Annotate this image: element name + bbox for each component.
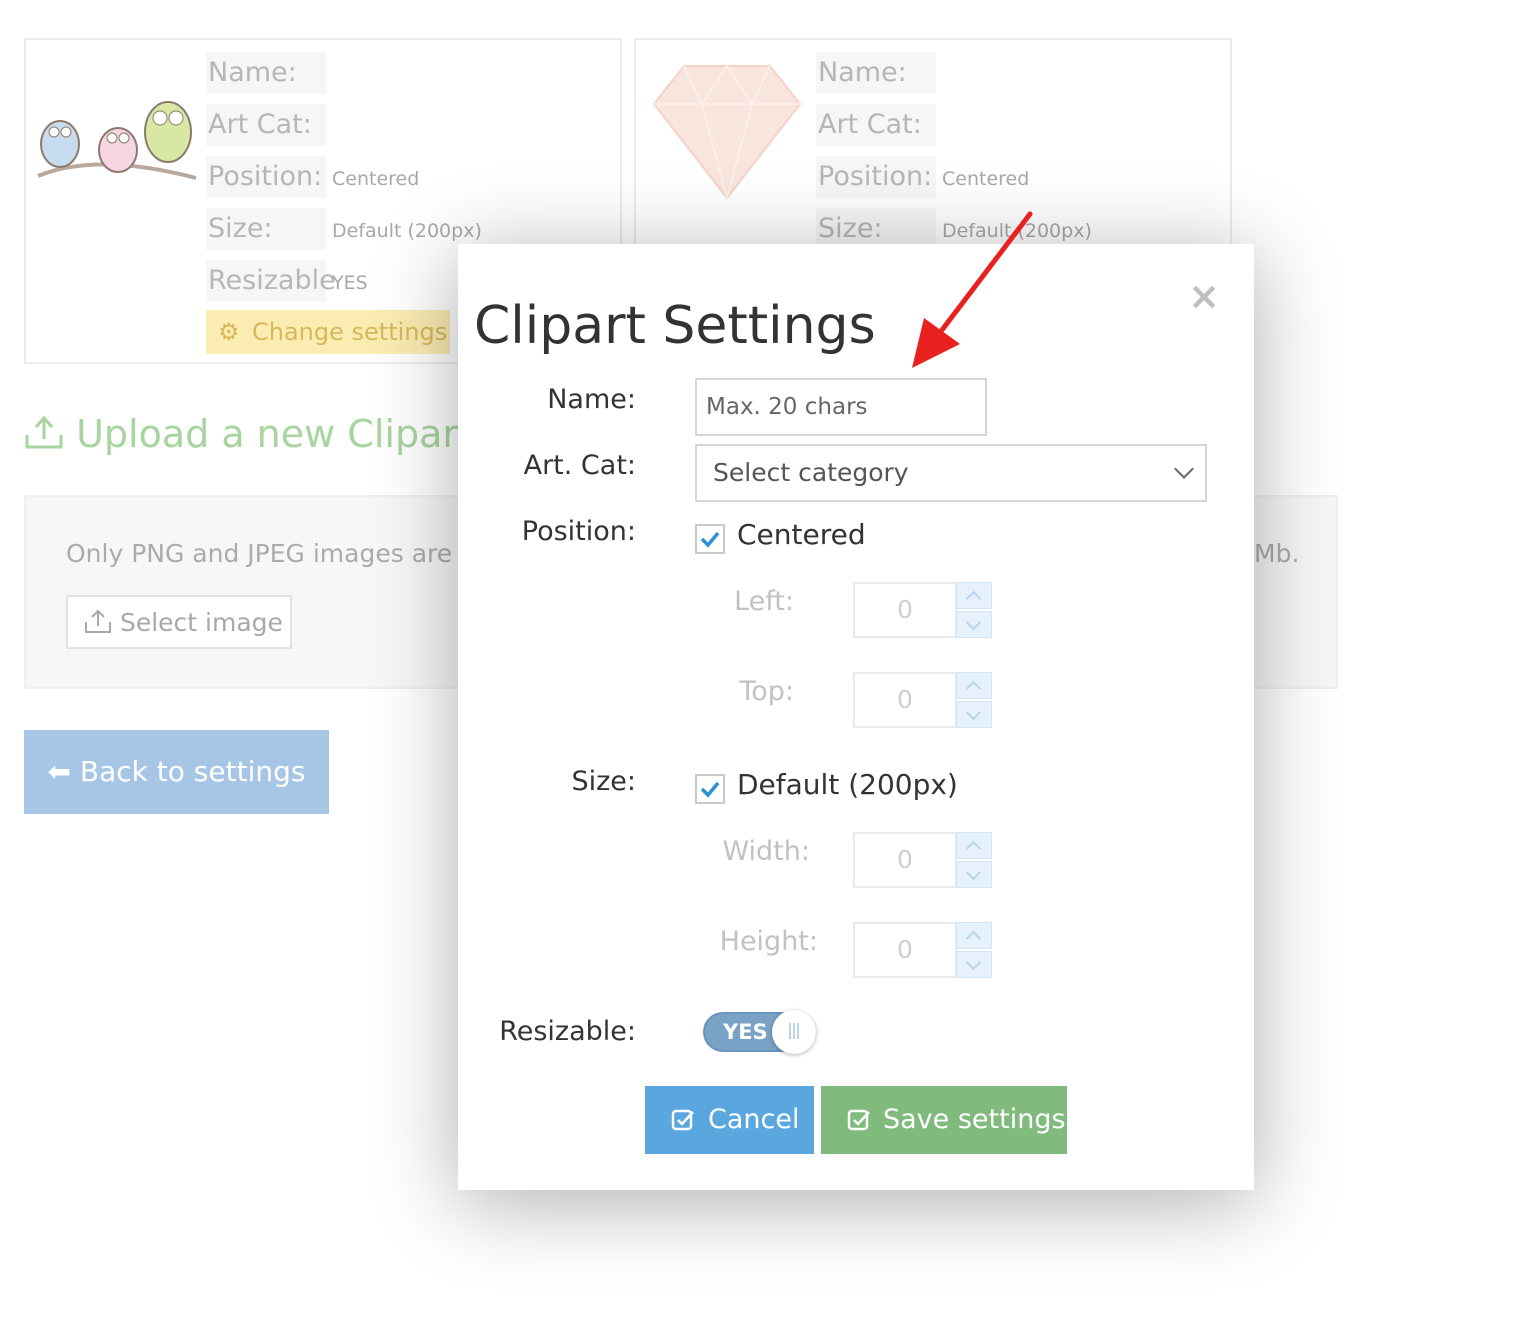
position-label: Position: bbox=[521, 516, 636, 547]
modal-title: Clipart Settings bbox=[474, 296, 876, 356]
owls-clipart-image bbox=[37, 101, 197, 180]
gears-icon: ⚙ bbox=[218, 318, 240, 346]
back-to-settings-button[interactable]: ⬅ Back to settings bbox=[24, 730, 329, 814]
centered-checkbox[interactable] bbox=[695, 524, 725, 554]
chevron-down-icon bbox=[965, 954, 982, 971]
decrement-button[interactable] bbox=[956, 861, 992, 888]
save-settings-button[interactable]: Save settings bbox=[821, 1086, 1067, 1154]
width-stepper[interactable] bbox=[956, 832, 992, 888]
category-select-value: Select category bbox=[713, 458, 909, 487]
save-settings-label: Save settings bbox=[883, 1104, 1066, 1135]
upload-clipart-label: Upload a new Clipart bbox=[76, 412, 473, 456]
checkmark-icon bbox=[700, 781, 720, 798]
decrement-button[interactable] bbox=[956, 611, 992, 638]
clipart-settings-modal: Clipart Settings × Name: Art. Cat: Selec… bbox=[458, 244, 1254, 1190]
top-label: Top: bbox=[739, 676, 794, 707]
top-input[interactable]: 0 bbox=[853, 672, 957, 728]
decrement-button[interactable] bbox=[956, 701, 992, 728]
resizable-label: Resizable: bbox=[499, 1016, 636, 1047]
left-label: Left: bbox=[734, 586, 794, 617]
increment-button[interactable] bbox=[956, 582, 992, 609]
chevron-up-icon bbox=[965, 680, 982, 697]
toggle-knob[interactable] bbox=[772, 1010, 816, 1054]
width-label: Width: bbox=[722, 836, 810, 867]
category-select[interactable]: Select category bbox=[695, 444, 1207, 502]
cancel-button-label: Cancel bbox=[708, 1104, 800, 1135]
chevron-down-icon bbox=[965, 614, 982, 631]
select-image-button[interactable]: Select image bbox=[66, 595, 292, 649]
arrow-left-icon: ⬅ bbox=[47, 755, 71, 788]
card-artcat-label: Art Cat: bbox=[816, 104, 936, 146]
check-square-icon bbox=[671, 1109, 694, 1131]
cancel-button[interactable]: Cancel bbox=[645, 1086, 814, 1154]
card-size-label: Size: bbox=[206, 208, 326, 250]
resizable-toggle[interactable]: YES bbox=[703, 1010, 816, 1054]
chevron-down-icon bbox=[965, 864, 982, 881]
top-stepper[interactable] bbox=[956, 672, 992, 728]
left-stepper[interactable] bbox=[956, 582, 992, 638]
centered-checkbox-label: Centered bbox=[737, 518, 866, 551]
artcat-label: Art. Cat: bbox=[523, 450, 636, 481]
upload-clipart-heading[interactable]: Upload a new Clipart bbox=[24, 412, 473, 456]
size-label: Size: bbox=[571, 766, 636, 797]
decrement-button[interactable] bbox=[956, 951, 992, 978]
change-settings-label: Change settings bbox=[252, 318, 448, 346]
resizable-toggle-label: YES bbox=[723, 1020, 768, 1044]
card-position-label: Position: bbox=[206, 156, 326, 198]
chevron-down-icon bbox=[965, 704, 982, 721]
card-name-label: Name: bbox=[206, 52, 326, 94]
card-name-label: Name: bbox=[816, 52, 936, 94]
chevron-up-icon bbox=[965, 590, 982, 607]
upload-info-text: Only PNG and JPEG images are a bbox=[66, 539, 476, 568]
close-icon[interactable]: × bbox=[1186, 277, 1222, 315]
upload-icon bbox=[85, 609, 111, 633]
upload-info-text-tail: Mb. bbox=[1254, 539, 1300, 568]
chevron-up-icon bbox=[965, 840, 982, 857]
chevron-up-icon bbox=[965, 930, 982, 947]
default-size-checkbox-label: Default (200px) bbox=[737, 768, 958, 801]
card-position-value: Centered bbox=[332, 168, 420, 190]
select-image-label: Select image bbox=[119, 608, 283, 637]
name-label: Name: bbox=[547, 384, 636, 415]
back-to-settings-label: Back to settings bbox=[79, 755, 306, 788]
left-input[interactable]: 0 bbox=[853, 582, 957, 638]
increment-button[interactable] bbox=[956, 832, 992, 859]
width-input[interactable]: 0 bbox=[853, 832, 957, 888]
name-input[interactable] bbox=[695, 378, 987, 436]
card-position-value: Centered bbox=[942, 168, 1030, 190]
increment-button[interactable] bbox=[956, 672, 992, 699]
card-resizable-value: YES bbox=[332, 272, 368, 294]
chevron-down-icon bbox=[1174, 459, 1194, 479]
height-stepper[interactable] bbox=[956, 922, 992, 978]
increment-button[interactable] bbox=[956, 922, 992, 949]
diamond-clipart-image bbox=[652, 64, 802, 200]
change-settings-button[interactable]: ⚙ Change settings bbox=[206, 310, 450, 354]
card-resizable-label: Resizable bbox=[206, 260, 336, 302]
check-square-icon bbox=[847, 1109, 870, 1131]
checkmark-icon bbox=[700, 531, 720, 548]
card-position-label: Position: bbox=[816, 156, 936, 198]
height-input[interactable]: 0 bbox=[853, 922, 957, 978]
card-artcat-label: Art Cat: bbox=[206, 104, 326, 146]
upload-icon bbox=[25, 415, 63, 449]
default-size-checkbox[interactable] bbox=[695, 774, 725, 804]
height-label: Height: bbox=[719, 926, 818, 957]
